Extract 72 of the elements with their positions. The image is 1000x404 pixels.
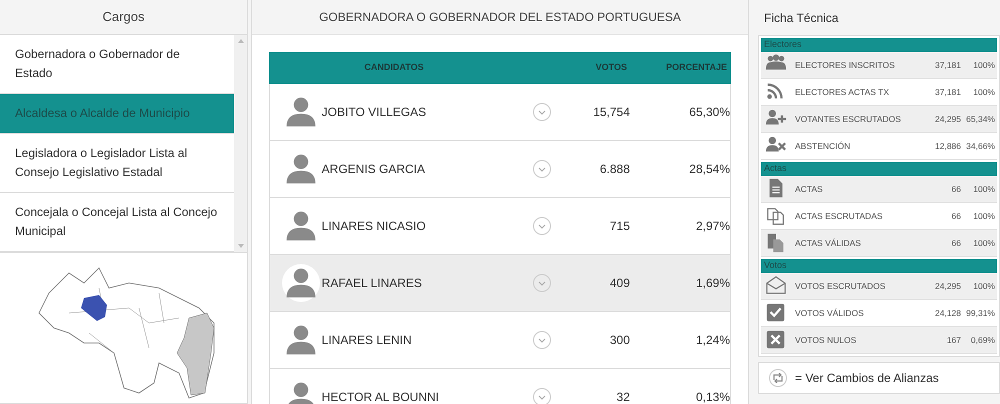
vote-percentage: 65,30% [688,104,730,121]
stat-value: 12,886 [935,140,961,152]
stat-percentage: 100% [972,280,996,292]
stat-label: VOTOS VÁLIDOS [795,306,865,320]
stat-label: ACTAS VÁLIDAS [795,236,862,250]
chevron-down-icon[interactable] [532,274,551,292]
section-title: GOBERNADORA O GOBERNADOR DEL ESTADO PORTUGUESA [252,0,748,35]
stat-value: 24,128 [935,306,961,320]
candidate-name: LINARES LENIN [322,332,413,349]
candidate-name: ARGENIS GARCIA [322,161,426,178]
avatar-icon [282,264,320,302]
stat-percentage: 100% [972,86,996,98]
vote-count: 300 [608,332,630,349]
vote-percentage: 1,24% [694,332,730,349]
stat-percentage: 100% [972,58,996,72]
section-header: Votos [761,259,997,273]
vote-percentage: 1,69% [694,275,730,292]
stat-value: 167 [946,334,961,346]
table-row[interactable]: RAFAEL LINARES 409 1,69% [270,255,730,312]
stat-label: VOTANTES ESCRUTADOS [795,112,902,126]
stat-value: 24,295 [935,280,961,292]
candidate-name: HECTOR AL BOUNNI [322,389,440,404]
scroll-down-icon[interactable] [238,244,244,248]
chevron-down-icon[interactable] [532,331,551,349]
candidate-name: LINARES NICASIO [322,218,427,235]
stat-label: ABSTENCIÓN [795,140,852,152]
list-item[interactable]: Legisladora o Legislador Lista al Consejo Legislativo Estadal [0,134,234,193]
stat-label: ELECTORES ACTAS TX [795,86,890,98]
chevron-down-icon[interactable] [532,388,551,404]
vote-count: 715 [608,218,630,235]
chevron-down-icon[interactable] [532,160,551,178]
vote-count: 6.888 [598,161,630,178]
stat-label: VOTOS ESCRUTADOS [795,280,886,292]
column-header: CANDIDATOS [363,61,425,74]
scrollbar[interactable] [234,34,247,252]
section-header: Electores [761,38,997,52]
panel-title: Ficha Técnica [763,10,840,26]
stat-percentage: 99,31% [965,306,996,320]
stat-value: 66 [952,182,961,196]
stat-value: 37,181 [935,86,961,98]
list-item[interactable]: Concejala o Concejal Lista al Concejo Municipal [0,192,234,252]
stat-value: 24,295 [935,112,961,126]
vote-percentage: 28,54% [688,161,730,178]
swap-icon [769,369,787,387]
vote-count: 409 [608,275,630,292]
chevron-down-icon[interactable] [532,103,551,121]
stat-value: 37,181 [935,58,961,72]
panel-title: Cargos [102,8,146,26]
stat-label: ELECTORES INSCRITOS [795,58,896,72]
column-header: VOTOS [594,61,627,74]
candidate-name: RAFAEL LINARES [322,275,423,292]
stat-value: 66 [952,210,961,222]
stat-value: 66 [952,236,961,250]
section-header: Actas [761,162,997,176]
stat-percentage: 100% [972,182,996,196]
envelope-icon [765,275,789,297]
vote-percentage: 2,97% [694,218,730,235]
vote-count: 32 [616,389,630,404]
stat-percentage: 100% [972,236,996,250]
stat-percentage: 34,66% [965,140,996,152]
candidate-name: JOBITO VILLEGAS [322,104,428,121]
vote-percentage: 0,13% [694,389,730,404]
column-header: PORCENTAJE [665,61,727,74]
stat-percentage: 100% [972,210,996,222]
stat-percentage: 65,34% [965,112,996,126]
vote-count: 15,754 [592,104,630,121]
stat-label: VOTOS NULOS [795,334,858,346]
stat-percentage: 0,69% [970,334,996,346]
scroll-up-icon[interactable] [238,38,244,43]
chevron-down-icon[interactable] [532,217,551,235]
stat-label: ACTAS ESCRUTADAS [795,210,884,222]
stat-label: ACTAS [795,182,824,196]
